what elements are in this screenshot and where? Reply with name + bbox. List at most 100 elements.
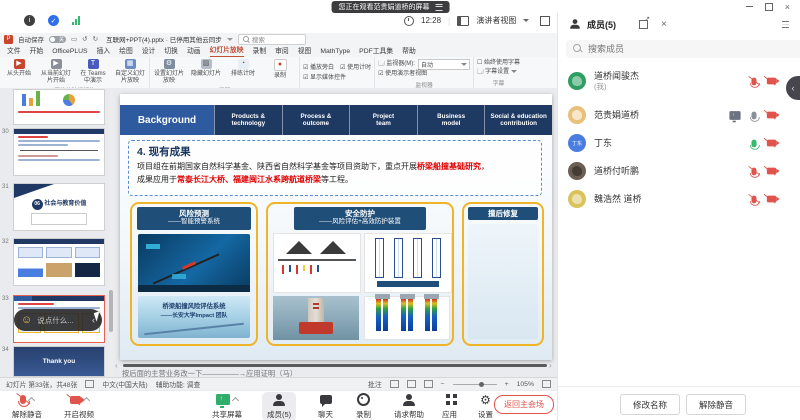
hscroll-right-arrow[interactable]: › — [549, 361, 552, 370]
view-mode-dropdown-icon[interactable] — [523, 19, 529, 22]
tab-help[interactable]: 帮助 — [402, 45, 416, 57]
redo-icon[interactable]: ↻ — [93, 35, 98, 43]
banner-menu-icon[interactable] — [436, 4, 443, 11]
member-camera-off-icon[interactable] — [767, 78, 776, 85]
slide-thumbnail-30[interactable] — [13, 128, 105, 176]
view-mode-label[interactable]: 演讲者视图 — [476, 15, 516, 26]
tab-officeplus[interactable]: OfficePLUS — [52, 48, 87, 57]
autosave-toggle[interactable]: 关 — [49, 36, 66, 43]
setup-slideshow-button[interactable]: ⚙设置幻灯片放映 — [153, 59, 185, 84]
save-icon[interactable]: ▭ — [71, 35, 77, 43]
member-mic-active-icon[interactable] — [751, 139, 756, 147]
member-row[interactable]: 道桥付听鹏 — [558, 157, 800, 185]
apps-button[interactable]: 应用 — [442, 393, 457, 420]
hscroll-left-arrow[interactable]: ‹ — [115, 361, 118, 370]
normal-view-icon[interactable] — [390, 380, 399, 388]
member-camera-off-icon[interactable] — [767, 196, 776, 203]
say-something-placeholder[interactable]: 说点什么... — [37, 315, 87, 326]
tab-mathtype[interactable]: MathType — [320, 48, 350, 57]
hide-slide-button[interactable]: ▨隐藏幻灯片 — [190, 59, 222, 78]
rehearse-timings-button[interactable]: ◔排练计时 — [227, 59, 259, 78]
member-mic-muted-icon[interactable] — [751, 167, 756, 175]
use-timings-checkbox[interactable]: ☑ 使用计时 — [340, 64, 371, 73]
zoom-level[interactable]: 105% — [517, 381, 534, 388]
tab-insert[interactable]: 插入 — [97, 45, 111, 57]
comments-button[interactable]: 批注 — [368, 379, 382, 389]
zoom-slider[interactable] — [453, 384, 497, 385]
search-members-input[interactable] — [566, 40, 800, 58]
zoom-out-button[interactable]: − — [441, 381, 445, 388]
subtitle-settings-button[interactable]: 🗔 字幕设置 — [477, 68, 520, 77]
member-row[interactable]: 道桥闻骏杰(我) — [558, 65, 800, 97]
slide-thumbnail-34[interactable]: Thank you — [13, 346, 105, 377]
thumbnail-scrollbar-thumb[interactable] — [109, 290, 113, 332]
tab-home[interactable]: 开始 — [30, 45, 44, 57]
rename-button[interactable]: 修改名称 — [620, 394, 680, 415]
record-button[interactable]: ●录制 — [264, 59, 296, 80]
maximize-icon[interactable] — [765, 3, 773, 11]
undo-icon[interactable]: ↺ — [82, 35, 87, 43]
member-camera-off-icon[interactable] — [767, 168, 776, 175]
slide-thumbnail-32[interactable] — [13, 238, 105, 286]
record-button[interactable]: 录制 — [356, 393, 371, 420]
member-mic-icon[interactable] — [751, 111, 756, 119]
play-narration-checkbox[interactable]: ☑ 播放旁白 — [303, 64, 334, 73]
notes-icon[interactable] — [85, 380, 94, 388]
member-row[interactable]: 魏浩然 道桥 — [558, 185, 800, 213]
show-media-controls-checkbox[interactable]: ☑ 显示媒体控件 — [303, 74, 346, 83]
present-in-teams-button[interactable]: T在 Teams 中演示 — [77, 59, 109, 84]
panel-menu-icon[interactable] — [782, 15, 789, 33]
members-button-active[interactable]: 成员(5) — [262, 392, 296, 420]
always-use-subtitles-checkbox[interactable]: ☐ 始终使用字幕 — [477, 59, 520, 68]
danmaku-input-overlay[interactable]: ☺ 说点什么... ‹ — [14, 309, 102, 331]
tab-view[interactable]: 视图 — [298, 45, 312, 57]
camera-options-caret[interactable] — [82, 397, 89, 404]
panel-unmute-button[interactable]: 解除静音 — [686, 394, 746, 415]
fit-slide-icon[interactable] — [542, 380, 551, 388]
return-to-main-room-button[interactable]: 返回主会场 — [494, 395, 554, 414]
minimize-icon[interactable] — [746, 6, 753, 7]
close-icon[interactable]: × — [785, 2, 790, 12]
fullscreen-icon[interactable] — [540, 16, 550, 26]
tab-pdftools[interactable]: PDF工具集 — [359, 45, 393, 57]
emoji-icon[interactable]: ☺ — [21, 315, 32, 326]
slide-horizontal-scrollbar[interactable] — [123, 364, 547, 367]
tab-draw[interactable]: 绘图 — [119, 45, 133, 57]
title-dropdown-icon[interactable] — [227, 38, 233, 41]
meeting-info-icon[interactable]: i — [24, 15, 35, 26]
language-label[interactable]: 中文(中国大陆) — [102, 379, 147, 389]
popout-panel-icon[interactable] — [639, 20, 648, 29]
chat-button[interactable]: 聊天 — [318, 393, 333, 420]
unmute-button[interactable]: 解除静音 — [12, 393, 42, 420]
close-panel-icon[interactable]: × — [661, 19, 667, 30]
member-sharing-icon[interactable]: ↑ — [729, 111, 740, 120]
share-options-caret[interactable] — [232, 397, 239, 404]
tab-animations[interactable]: 动画 — [187, 45, 201, 57]
reading-view-icon[interactable] — [424, 380, 433, 388]
presenter-view-checkbox[interactable]: ☑ 使用演示者视图 — [378, 70, 470, 79]
slide-thumbnail-29[interactable] — [13, 89, 105, 125]
member-camera-off-icon[interactable] — [767, 112, 776, 119]
tab-transitions[interactable]: 切换 — [164, 45, 178, 57]
tab-record[interactable]: 录制 — [253, 45, 267, 57]
security-shield-icon[interactable]: ✓ — [48, 15, 59, 26]
monitor-select[interactable]: 自动 — [418, 59, 470, 70]
document-title[interactable]: 互联网+PPT(4).pptx · 已停用其他云同步 — [106, 34, 222, 44]
tab-slideshow[interactable]: 幻灯片放映 — [210, 44, 244, 57]
member-mic-muted-icon[interactable] — [751, 195, 756, 203]
custom-slideshow-button[interactable]: ▦自定义幻灯片放映 — [114, 59, 146, 84]
tab-file[interactable]: 文件 — [7, 45, 21, 57]
accessibility-label[interactable]: 辅助功能: 调查 — [156, 379, 201, 389]
slide-sorter-icon[interactable] — [407, 380, 416, 388]
from-current-slide-button[interactable]: ▶从当前幻灯片开始 — [40, 59, 72, 84]
slide-thumbnail-31[interactable]: 06 社会与教育价值 — [13, 183, 105, 231]
from-beginning-button[interactable]: ▶从头开始 — [3, 59, 35, 78]
tab-review[interactable]: 审阅 — [275, 45, 289, 57]
request-help-button[interactable]: 请求帮助 — [394, 393, 424, 420]
member-row[interactable]: 范贵娟道桥 ↑ — [558, 101, 800, 129]
settings-button[interactable]: ⚙ 设置 — [478, 393, 493, 420]
share-screen-button[interactable]: ↑ 共享屏幕 — [212, 393, 242, 420]
member-row[interactable]: 丁东 丁东 — [558, 129, 800, 157]
ppt-search-box[interactable]: 搜索 — [238, 34, 306, 45]
tab-design[interactable]: 设计 — [142, 45, 156, 57]
